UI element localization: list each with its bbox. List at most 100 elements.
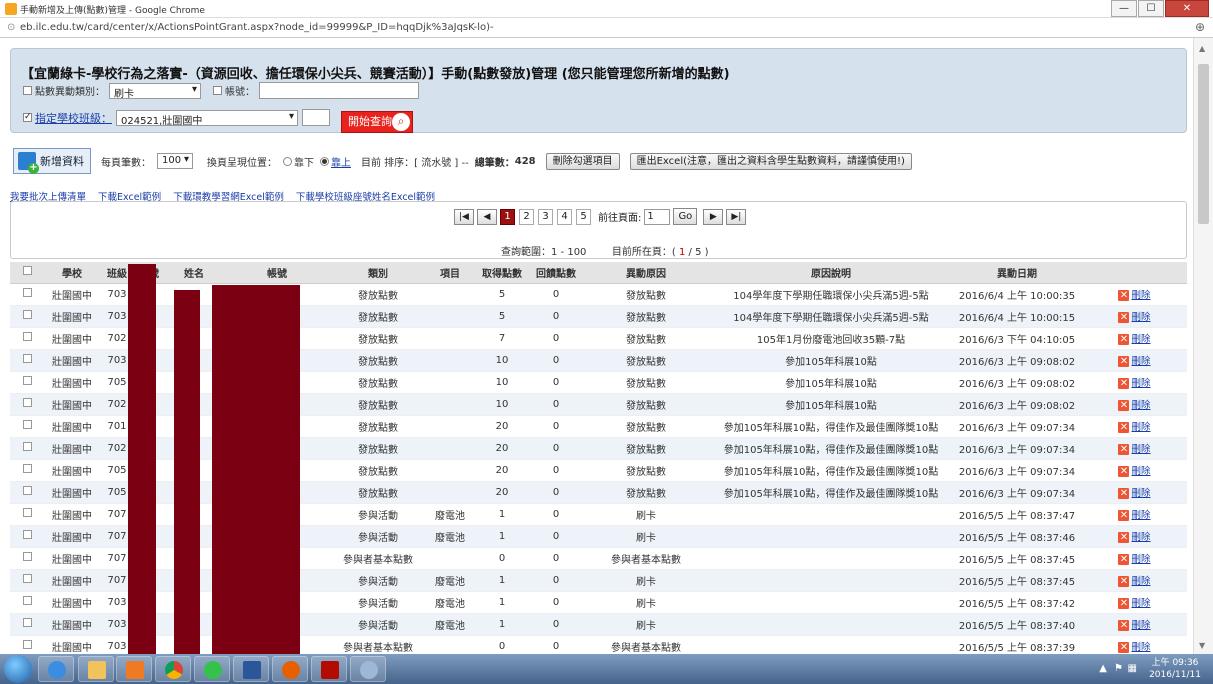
delete-icon[interactable]: ✕ [1118,444,1130,455]
vertical-scrollbar[interactable]: ▲ ▼ [1193,38,1213,654]
first-page-button[interactable]: |◀ [454,208,474,225]
delete-link[interactable]: 刪除 [1131,642,1150,653]
row-select-cell[interactable] [10,415,44,438]
row-select-cell[interactable] [10,635,44,654]
account-filter-checkbox[interactable] [213,86,222,95]
cell-action[interactable]: ✕ 刪除 [1082,591,1187,614]
cell-action[interactable]: ✕ 刪除 [1082,503,1187,526]
clock[interactable]: 上午 09:36 2016/11/11 [1149,657,1201,681]
url-text[interactable]: eb.ilc.edu.tw/card/center/x/ActionsPoint… [20,22,494,33]
class-input[interactable] [302,109,330,126]
delete-icon[interactable]: ✕ [1118,554,1130,565]
cell-action[interactable]: ✕ 刪除 [1082,305,1187,328]
delete-icon[interactable]: ✕ [1118,488,1130,499]
select-all-header[interactable] [10,262,44,284]
delete-link[interactable]: 刪除 [1131,422,1150,433]
row-checkbox[interactable] [22,310,32,319]
radio-top-label[interactable]: 靠上 [331,154,351,169]
school-select[interactable]: 024521,壯圍國中 [116,109,298,127]
media-player-icon[interactable] [116,656,152,682]
delete-icon[interactable]: ✕ [1118,356,1130,367]
next-page-button[interactable]: ▶ [703,208,724,225]
row-checkbox[interactable] [22,354,32,363]
delete-icon[interactable]: ✕ [1118,576,1130,587]
delete-link[interactable]: 刪除 [1131,598,1150,609]
last-page-button[interactable]: ▶| [726,208,747,225]
close-button[interactable]: ✕ [1165,0,1209,17]
row-checkbox[interactable] [22,618,32,627]
school-filter-checkbox[interactable] [23,113,32,122]
delete-link[interactable]: 刪除 [1131,554,1150,565]
cell-action[interactable]: ✕ 刪除 [1082,569,1187,592]
delete-link[interactable]: 刪除 [1131,378,1150,389]
row-checkbox[interactable] [22,574,32,583]
row-checkbox[interactable] [22,288,32,297]
cell-action[interactable]: ✕ 刪除 [1082,437,1187,460]
row-select-cell[interactable] [10,437,44,460]
row-checkbox[interactable] [22,508,32,517]
row-checkbox[interactable] [22,486,32,495]
cell-action[interactable]: ✕ 刪除 [1082,327,1187,350]
delete-link[interactable]: 刪除 [1131,620,1150,631]
row-select-cell[interactable] [10,327,44,350]
delete-link[interactable]: 刪除 [1131,466,1150,477]
page-2[interactable]: 2 [519,208,534,225]
row-select-cell[interactable] [10,349,44,372]
scroll-up-icon[interactable]: ▲ [1199,44,1205,53]
delete-icon[interactable]: ✕ [1118,620,1130,631]
cell-action[interactable]: ✕ 刪除 [1082,283,1187,306]
address-bar[interactable]: ⊙ eb.ilc.edu.tw/card/center/x/ActionsPoi… [0,18,1213,38]
word-icon[interactable] [233,656,269,682]
tray-flag-icon[interactable]: ⚑ [1114,663,1123,674]
delete-icon[interactable]: ✕ [1118,642,1130,653]
line-icon[interactable] [194,656,230,682]
scroll-thumb[interactable] [1198,64,1209,224]
row-checkbox[interactable] [22,596,32,605]
delete-link[interactable]: 刪除 [1131,356,1150,367]
cell-action[interactable]: ✕ 刪除 [1082,613,1187,636]
type-select[interactable]: 刷卡 [109,82,201,100]
row-checkbox[interactable] [22,398,32,407]
row-select-cell[interactable] [10,547,44,570]
row-select-cell[interactable] [10,613,44,636]
delete-link[interactable]: 刪除 [1131,532,1150,543]
delete-link[interactable]: 刪除 [1131,290,1150,301]
cell-action[interactable]: ✕ 刪除 [1082,635,1187,654]
row-checkbox[interactable] [22,442,32,451]
chrome-icon[interactable] [155,656,191,682]
select-all-checkbox[interactable] [22,266,32,276]
delete-icon[interactable]: ✕ [1118,510,1130,521]
delete-icon[interactable]: ✕ [1118,334,1130,345]
delete-link[interactable]: 刪除 [1131,444,1150,455]
row-checkbox[interactable] [22,530,32,539]
cell-action[interactable]: ✕ 刪除 [1082,349,1187,372]
delete-icon[interactable]: ✕ [1118,598,1130,609]
row-checkbox[interactable] [22,464,32,473]
page-4[interactable]: 4 [557,208,572,225]
account-input[interactable] [259,82,419,99]
delete-link[interactable]: 刪除 [1131,510,1150,521]
add-record-button[interactable]: 新增資料 [13,148,91,174]
start-button[interactable] [4,655,32,683]
page-1[interactable]: 1 [500,208,515,225]
delete-link[interactable]: 刪除 [1131,334,1150,345]
row-select-cell[interactable] [10,525,44,548]
zoom-icon[interactable]: ⊕ [1195,20,1205,34]
page-5[interactable]: 5 [576,208,591,225]
cell-action[interactable]: ✕ 刪除 [1082,415,1187,438]
ie-icon[interactable] [38,656,74,682]
cell-action[interactable]: ✕ 刪除 [1082,393,1187,416]
school-label[interactable]: 指定學校班級： [35,110,112,126]
row-checkbox[interactable] [22,376,32,385]
delete-icon[interactable]: ✕ [1118,312,1130,323]
maximize-button[interactable]: ☐ [1138,0,1164,17]
delete-link[interactable]: 刪除 [1131,488,1150,499]
row-checkbox[interactable] [22,552,32,561]
firefox-icon[interactable] [272,656,308,682]
row-select-cell[interactable] [10,393,44,416]
page-info-icon[interactable]: ⊙ [7,22,15,33]
cell-action[interactable]: ✕ 刪除 [1082,481,1187,504]
page-3[interactable]: 3 [538,208,553,225]
delete-link[interactable]: 刪除 [1131,312,1150,323]
export-excel-button[interactable]: 匯出Excel(注意，匯出之資料含學生點數資料，請謹慎使用!) [629,152,912,170]
